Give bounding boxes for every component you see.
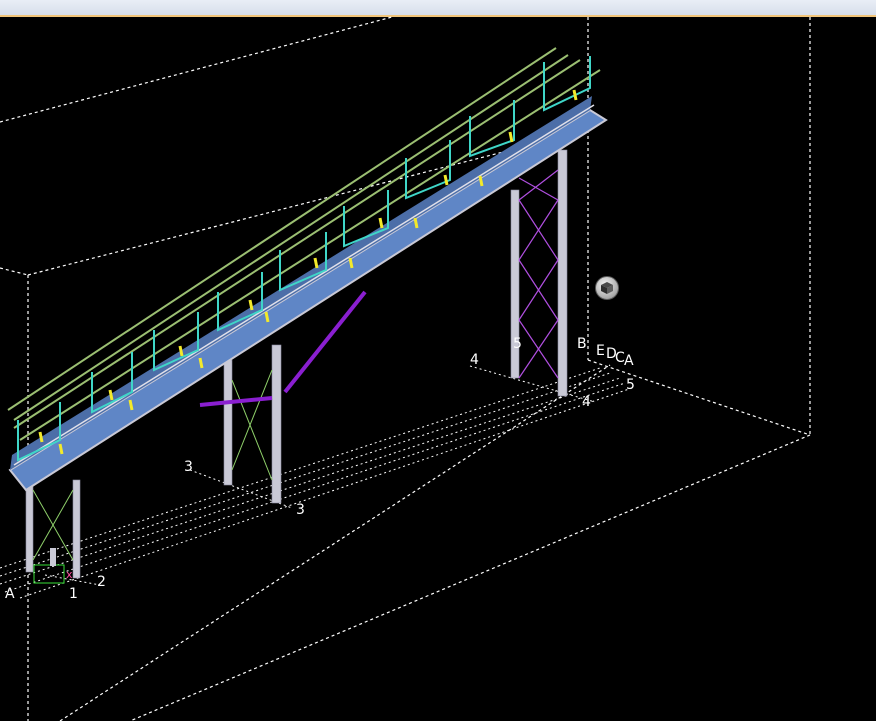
grid-label-5-upper: 5 — [513, 336, 522, 352]
view-cube-button[interactable] — [595, 276, 619, 300]
grid-label-a-right: A — [624, 353, 634, 369]
grid-label-a-left: A — [5, 586, 15, 602]
grid-label-3-lower: 3 — [296, 502, 305, 518]
svg-text:x: x — [66, 568, 73, 581]
grid-label-4-lower: 4 — [582, 394, 591, 410]
grid-label-5-lower: 5 — [626, 377, 635, 393]
grid-lines — [0, 365, 633, 599]
grid-label-group: B E D C A A 1 2 3 3 4 4 5 5 — [5, 336, 635, 602]
column-bracing — [518, 169, 559, 379]
grid-label-3-upper: 3 — [184, 459, 193, 475]
grid-label-4-upper: 4 — [470, 352, 479, 368]
model-scene[interactable]: x B E D C A A 1 2 3 3 4 4 5 5 — [0, 0, 876, 721]
grid-label-2: 2 — [97, 574, 106, 590]
grid-label-e: E — [596, 343, 605, 359]
grid-label-1: 1 — [69, 586, 78, 602]
cube-icon — [601, 282, 613, 294]
work-area-box — [0, 16, 811, 721]
model-viewport[interactable]: x B E D C A A 1 2 3 3 4 4 5 5 — [0, 0, 876, 721]
grid-label-b: B — [577, 336, 587, 352]
